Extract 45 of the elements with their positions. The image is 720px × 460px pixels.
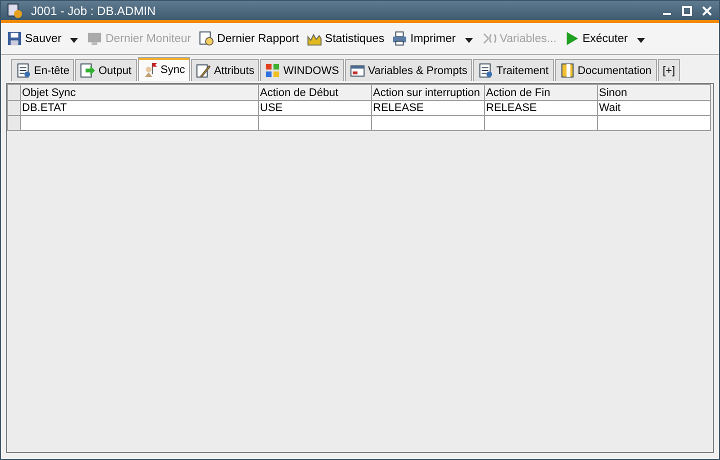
windows-logo-icon: [265, 63, 280, 78]
tab[interactable]: Variables & Prompts: [344, 59, 472, 81]
tab[interactable]: Output: [75, 59, 136, 81]
table-cell[interactable]: USE: [258, 100, 372, 116]
tab[interactable]: WINDOWS: [260, 59, 344, 81]
monitor-icon: [87, 31, 102, 46]
toolbar-button[interactable]: Imprimer: [392, 31, 456, 46]
tab[interactable]: Sync: [138, 57, 190, 81]
flag-figure-icon: [142, 62, 158, 77]
floppy-icon: [7, 31, 22, 46]
maximize-button[interactable]: [682, 6, 692, 16]
document-icon: [16, 63, 31, 78]
table-cell[interactable]: RELEASE: [372, 100, 484, 116]
row-header[interactable]: [8, 100, 20, 116]
row-header[interactable]: [8, 116, 20, 130]
printer-icon: [392, 31, 408, 46]
document-icon: [478, 63, 494, 78]
toolbar-button[interactable]: Exécuter: [564, 31, 628, 46]
report-clock-icon: [199, 31, 214, 46]
book-icon: [560, 63, 575, 78]
table-cell[interactable]: Wait: [598, 100, 710, 116]
close-button[interactable]: [702, 6, 712, 16]
column-header: Action de Fin: [484, 84, 598, 100]
column-header: Sinon: [598, 84, 710, 100]
window-title: J001 - Job : DB.ADMIN: [31, 4, 157, 18]
tab[interactable]: [+]: [658, 59, 680, 81]
tab[interactable]: Attributs: [190, 59, 260, 81]
toolbar-button[interactable]: Statistiques: [306, 31, 384, 46]
column-header: Action de Début: [258, 84, 372, 100]
chart-icon: [306, 31, 322, 46]
output-icon: [80, 63, 96, 78]
table-cell[interactable]: RELEASE: [484, 100, 598, 116]
column-header: Action sur interruption: [372, 84, 484, 100]
toolbar-button[interactable]: Dernier Rapport: [199, 31, 299, 46]
pencil-icon: [196, 63, 211, 78]
play-icon: [564, 31, 580, 46]
variables-icon: [482, 31, 497, 46]
toolbar-button[interactable]: Sauver: [7, 31, 62, 46]
table-cell[interactable]: DB.ETAT: [20, 100, 258, 116]
tab[interactable]: Traitement: [473, 59, 554, 81]
tab[interactable]: Documentation: [554, 59, 657, 81]
tab[interactable]: En-tête: [11, 59, 74, 81]
window-icon: [350, 63, 365, 78]
gear-document-icon: [7, 2, 23, 18]
column-header: Objet Sync: [20, 84, 258, 100]
